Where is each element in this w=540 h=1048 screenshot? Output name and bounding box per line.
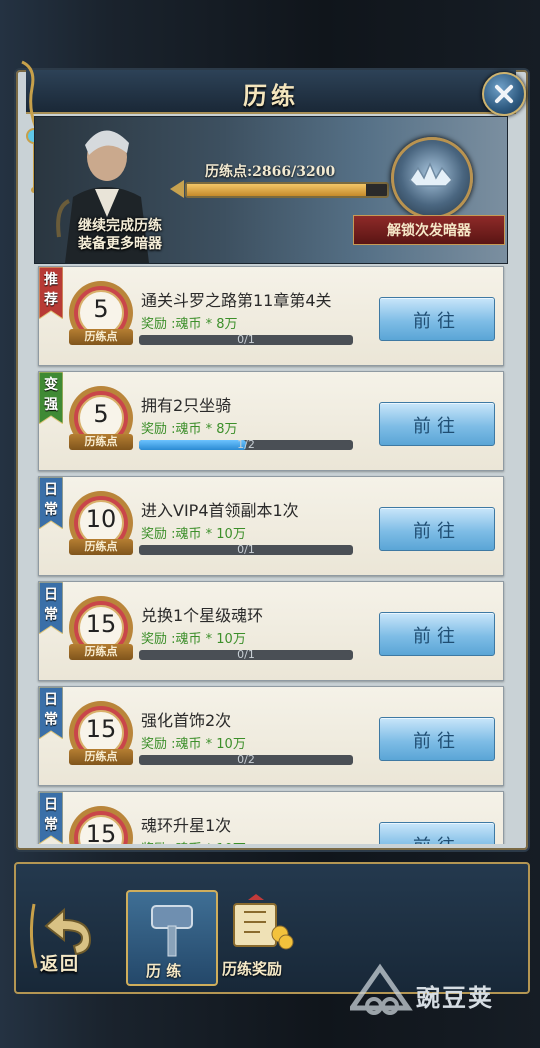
points-progress-fill bbox=[187, 184, 367, 196]
go-button-label: 前往 bbox=[413, 626, 461, 647]
points-value: 5 bbox=[93, 295, 109, 323]
points-value: 15 bbox=[85, 820, 117, 844]
caption-line1: 继续完成历练 bbox=[78, 218, 162, 234]
tab-rewards-label: 历练奖励 bbox=[222, 960, 283, 978]
task-card: 推荐 5 历练点 通关斗罗之路第11章第4关 奖励 :魂币 * 8万 0/1 前… bbox=[38, 266, 504, 366]
points-label: 历练点 bbox=[69, 749, 133, 765]
task-progress-text: 0/1 bbox=[237, 333, 255, 346]
unlock-label: 解锁次发暗器 bbox=[387, 223, 471, 239]
task-title: 通关斗罗之路第11章第4关 bbox=[141, 291, 332, 310]
task-progress-text: 0/1 bbox=[237, 648, 255, 661]
go-button[interactable]: 前往 bbox=[379, 297, 495, 341]
task-reward: 奖励 :魂币 * 10万 bbox=[141, 632, 246, 647]
points-label: 历练点 bbox=[69, 329, 133, 345]
go-button[interactable]: 前往 bbox=[379, 822, 495, 844]
task-title: 魂环升星1次 bbox=[141, 816, 232, 835]
go-button-label: 前往 bbox=[413, 731, 461, 752]
task-reward: 奖励 :魂币 * 10万 bbox=[141, 838, 246, 844]
task-tag-label: 日常 bbox=[44, 587, 58, 623]
points-label: 历练点 bbox=[69, 434, 133, 450]
points-label: 历练点 bbox=[69, 539, 133, 555]
back-button-label[interactable]: 返回 bbox=[40, 950, 80, 976]
task-reward: 奖励 :魂币 * 10万 bbox=[141, 737, 246, 752]
tab-training-rewards[interactable]: 历练奖励 bbox=[218, 890, 306, 982]
task-title: 拥有2只坐骑 bbox=[141, 396, 232, 415]
task-progress-bar: 0/1 bbox=[139, 333, 353, 346]
go-button-label: 前往 bbox=[413, 311, 461, 332]
task-card: 日常 15 历练点 兑换1个星级魂环 奖励 :魂币 * 10万 0/1 前往 bbox=[38, 581, 504, 681]
close-button[interactable] bbox=[482, 72, 526, 116]
task-card: 日常 15 历练点 魂环升星1次 奖励 :魂币 * 10万 0/1 前往 bbox=[38, 791, 504, 844]
points-progress-bar bbox=[185, 182, 389, 198]
task-tag-label: 推荐 bbox=[44, 272, 58, 308]
arrow-icon bbox=[170, 180, 184, 198]
task-title: 兑换1个星级魂环 bbox=[141, 606, 264, 625]
go-button-label: 前往 bbox=[413, 416, 461, 437]
go-button[interactable]: 前往 bbox=[379, 507, 495, 551]
task-card: 变强 5 历练点 拥有2只坐骑 奖励 :魂币 * 8万 1/2 前往 bbox=[38, 371, 504, 471]
task-list[interactable]: 推荐 5 历练点 通关斗罗之路第11章第4关 奖励 :魂币 * 8万 0/1 前… bbox=[34, 262, 506, 844]
weapon-glyph-icon bbox=[409, 162, 454, 187]
task-progress-bar: 0/1 bbox=[139, 543, 353, 556]
task-progress-bar: 0/2 bbox=[139, 753, 353, 766]
task-reward: 奖励 :魂币 * 8万 bbox=[141, 422, 238, 437]
points-value: 5 bbox=[93, 400, 109, 428]
task-progress-bar: 1/2 bbox=[139, 438, 353, 451]
points-value: 15 bbox=[85, 610, 117, 638]
go-button[interactable]: 前往 bbox=[379, 402, 495, 446]
go-button-label: 前往 bbox=[413, 521, 461, 542]
task-tag-label: 日常 bbox=[44, 692, 58, 728]
task-tag-label: 变强 bbox=[44, 377, 58, 413]
tab-training[interactable]: 历 练 bbox=[126, 890, 218, 986]
task-tag-label: 日常 bbox=[44, 482, 58, 518]
task-progress-text: 0/2 bbox=[237, 753, 255, 766]
task-progress-bar: 0/1 bbox=[139, 648, 353, 661]
scroll-reward-icon bbox=[233, 894, 294, 950]
progress-banner: 继续完成历练 装备更多暗器 历练点:2866/3200 解锁次发暗器 bbox=[34, 116, 508, 264]
points-progress-label: 历练点:2866/3200 bbox=[205, 164, 336, 180]
task-progress-text: 1/2 bbox=[237, 438, 255, 451]
task-card: 日常 10 历练点 进入VIP4首领副本1次 奖励 :魂币 * 10万 0/1 … bbox=[38, 476, 504, 576]
title-bar: 历练 bbox=[26, 70, 516, 114]
task-title: 进入VIP4首领副本1次 bbox=[141, 501, 299, 520]
go-button[interactable]: 前往 bbox=[379, 612, 495, 656]
task-title: 强化首饰2次 bbox=[141, 711, 232, 730]
caption-line2: 装备更多暗器 bbox=[78, 236, 162, 252]
watermark-text: 豌豆荚 bbox=[416, 984, 494, 1012]
hidden-weapon-icon[interactable] bbox=[391, 137, 473, 219]
points-value: 10 bbox=[85, 505, 117, 533]
go-button[interactable]: 前往 bbox=[379, 717, 495, 761]
page-title: 历练 bbox=[243, 81, 299, 110]
task-card: 日常 15 历练点 强化首饰2次 奖励 :魂币 * 10万 0/2 前往 bbox=[38, 686, 504, 786]
task-reward: 奖励 :魂币 * 8万 bbox=[141, 317, 238, 332]
go-button-label: 前往 bbox=[380, 832, 494, 844]
task-tag-label: 日常 bbox=[44, 797, 58, 833]
points-value: 15 bbox=[85, 715, 117, 743]
unlock-ribbon: 解锁次发暗器 bbox=[353, 215, 505, 245]
tab-training-label: 历 练 bbox=[146, 962, 182, 980]
task-progress-text: 0/1 bbox=[237, 543, 255, 556]
hammer-icon bbox=[151, 905, 193, 957]
banner-caption: 继续完成历练 装备更多暗器 bbox=[45, 217, 195, 253]
task-reward: 奖励 :魂币 * 10万 bbox=[141, 527, 246, 542]
points-label: 历练点 bbox=[69, 644, 133, 660]
